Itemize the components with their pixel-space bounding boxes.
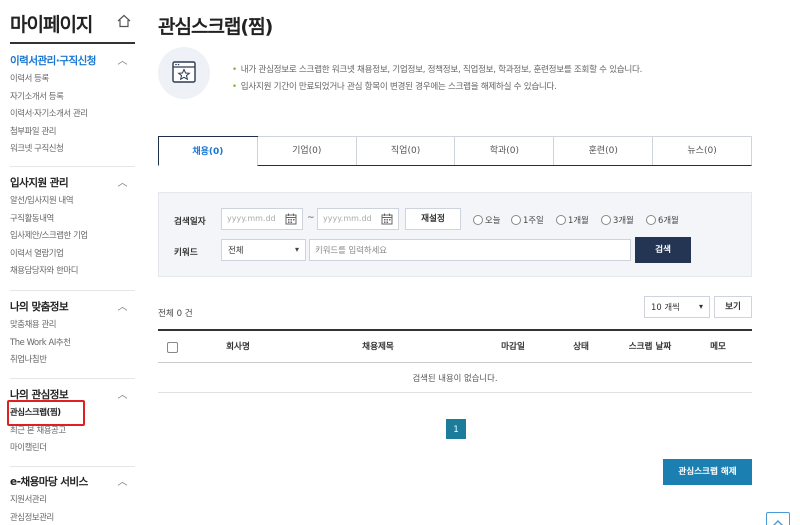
calendar-icon[interactable] [285, 213, 297, 225]
current-item-highlight [7, 400, 85, 426]
sidebar-item-ai-recommend[interactable]: The Work AI추천 [10, 334, 135, 352]
info-illustration [158, 47, 210, 99]
sidebar-item-resume-register[interactable]: 이력서 등록 [10, 70, 135, 88]
select-all-checkbox[interactable] [167, 342, 178, 353]
sidebar-heading-custom[interactable]: 나의 맞춤정보 ︿ [10, 298, 135, 316]
tab-training[interactable]: 훈련(0) [553, 137, 652, 165]
keyword-label: 키워드 [174, 248, 198, 258]
range-radio-today[interactable]: 오늘 [473, 214, 500, 226]
scrap-table: 회사명 채용제목 마감일 상태 스크랩 날짜 메모 검색된 내용이 없습니다. [158, 329, 752, 393]
sidebar-group-custom: 나의 맞춤정보 ︿ 맞춤채용 관리 The Work AI추천 취업나침반 [10, 298, 135, 369]
end-date-input[interactable]: yyyy.mm.dd [317, 208, 399, 230]
reset-button[interactable]: 재설정 [405, 208, 461, 230]
chevron-up-icon[interactable]: ︿ [118, 299, 128, 317]
radio-circle[interactable] [646, 215, 656, 225]
sidebar-item-calendar[interactable]: 마이캘린더 [10, 439, 135, 457]
sidebar-item-career-compass[interactable]: 취업나침반 [10, 351, 135, 369]
sidebar: 마이페이지 이력서관리·구직신청 ︿ 이력서 등록 자기소개서 등록 이력서·자기… [0, 0, 140, 525]
chevron-up-icon[interactable]: ︿ [118, 53, 128, 71]
range-radio-1week[interactable]: 1주일 [511, 214, 544, 226]
sidebar-divider [10, 42, 135, 44]
sidebar-item-resume-viewers[interactable]: 이력서 열람기업 [10, 245, 135, 263]
page-title: 관심스크랩(찜) [158, 16, 273, 38]
range-radio-3month[interactable]: 3개월 [601, 214, 634, 226]
sidebar-item-cover-letter[interactable]: 자기소개서 등록 [10, 88, 135, 106]
column-status[interactable]: 상태 [561, 331, 601, 363]
keyword-scope-select[interactable]: 전체 ▾ [221, 239, 306, 261]
date-range-separator: ~ [307, 213, 315, 223]
sidebar-separator [10, 290, 135, 291]
sidebar-heading-echannel[interactable]: e-채용마당 서비스 ︿ [10, 473, 135, 491]
per-page-select[interactable]: 10 개씩 ▾ [644, 296, 710, 318]
sidebar-item-recruiter-note[interactable]: 채용담당자와 한마디 [10, 262, 135, 280]
column-scrap-date[interactable]: 스크랩 날짜 [615, 331, 685, 363]
keyword-input[interactable]: 키워드를 입력하세요 [309, 239, 631, 261]
column-title[interactable]: 채용제목 [343, 331, 413, 363]
chevron-down-icon: ▾ [698, 302, 703, 311]
column-company[interactable]: 회사명 [208, 331, 268, 363]
sidebar-separator [10, 166, 135, 167]
info-list: • 내가 관심정보로 스크랩한 워크넷 채용정보, 기업정보, 정책정보, 직업정… [232, 62, 642, 96]
sidebar-item-resume-manage[interactable]: 이력서·자기소개서 관리 [10, 105, 135, 123]
chevron-up-icon[interactable]: ︿ [118, 474, 128, 492]
sidebar-group-resume: 이력서관리·구직신청 ︿ 이력서 등록 자기소개서 등록 이력서·자기소개서 관리… [10, 52, 135, 158]
chevron-up-icon[interactable]: ︿ [118, 387, 128, 405]
column-memo[interactable]: 메모 [698, 331, 738, 363]
category-tabs: 채용(0) 기업(0) 직업(0) 학과(0) 훈련(0) 뉴스(0) [158, 136, 752, 166]
chevron-up-icon[interactable]: ︿ [118, 175, 128, 193]
tab-jobs[interactable]: 채용(0) [158, 136, 258, 166]
sidebar-heading-resume[interactable]: 이력서관리·구직신청 ︿ [10, 52, 135, 70]
sidebar-item-custom-jobs[interactable]: 맞춤채용 관리 [10, 316, 135, 334]
sidebar-item-job-apply[interactable]: 워크넷 구직신청 [10, 140, 135, 158]
radio-circle[interactable] [473, 215, 483, 225]
sidebar-heading-applications[interactable]: 입사지원 관리 ︿ [10, 174, 135, 192]
date-label: 검색일자 [174, 217, 206, 227]
empty-row: 검색된 내용이 없습니다. [158, 363, 752, 393]
scroll-top-button[interactable] [766, 512, 790, 525]
tab-occupations[interactable]: 직업(0) [355, 137, 455, 165]
tab-majors[interactable]: 학과(0) [454, 137, 553, 165]
pagination-page-1[interactable]: 1 [446, 419, 466, 439]
radio-circle[interactable] [601, 215, 611, 225]
search-panel: 검색일자 yyyy.mm.dd ~ yyyy.mm.dd 재설정 오늘 1주일 … [158, 192, 752, 277]
info-line: • 내가 관심정보로 스크랩한 워크넷 채용정보, 기업정보, 정책정보, 직업정… [232, 65, 643, 75]
sidebar-item-attachments[interactable]: 첨부파일 관리 [10, 123, 135, 141]
total-count: 전체 0 건 [158, 309, 193, 319]
sidebar-item-interest-manage[interactable]: 관심정보관리 [10, 509, 135, 525]
tab-companies[interactable]: 기업(0) [256, 137, 356, 165]
table-header: 회사명 채용제목 마감일 상태 스크랩 날짜 메모 [158, 329, 752, 363]
sidebar-item-offers[interactable]: 입사제안/스크랩한 기업 [10, 227, 135, 245]
browser-star-icon [172, 61, 196, 83]
chevron-up-icon[interactable] [767, 516, 789, 525]
sidebar-title: 마이페이지 [10, 14, 93, 36]
range-radio-6month[interactable]: 6개월 [646, 214, 679, 226]
unscrap-button[interactable]: 관심스크랩 해제 [663, 459, 752, 485]
start-date-input[interactable]: yyyy.mm.dd [221, 208, 303, 230]
sidebar-item-job-activity[interactable]: 구직활동내역 [10, 210, 135, 228]
sidebar-separator [10, 466, 135, 467]
range-radio-1month[interactable]: 1개월 [556, 214, 589, 226]
chevron-down-icon: ▾ [294, 245, 299, 254]
view-button[interactable]: 보기 [714, 296, 752, 318]
sidebar-group-applications: 입사지원 관리 ︿ 알선/입사지원 내역 구직활동내역 입사제안/스크랩한 기업 … [10, 174, 135, 280]
sidebar-separator [10, 378, 135, 379]
tab-news[interactable]: 뉴스(0) [652, 137, 751, 165]
search-button[interactable]: 검색 [635, 237, 691, 263]
radio-circle[interactable] [511, 215, 521, 225]
home-icon[interactable] [116, 13, 132, 29]
info-line: • 입사지원 기간이 만료되었거나 관심 항목이 변경된 경우에는 스크랩을 해제… [232, 82, 557, 92]
radio-circle[interactable] [556, 215, 566, 225]
sidebar-group-echannel: e-채용마당 서비스 ︿ 지원서관리 관심정보관리 [10, 473, 135, 525]
sidebar-item-application-forms[interactable]: 지원서관리 [10, 491, 135, 509]
column-deadline[interactable]: 마감일 [488, 331, 538, 363]
sidebar-item-application-history[interactable]: 알선/입사지원 내역 [10, 192, 135, 210]
calendar-icon[interactable] [381, 213, 393, 225]
